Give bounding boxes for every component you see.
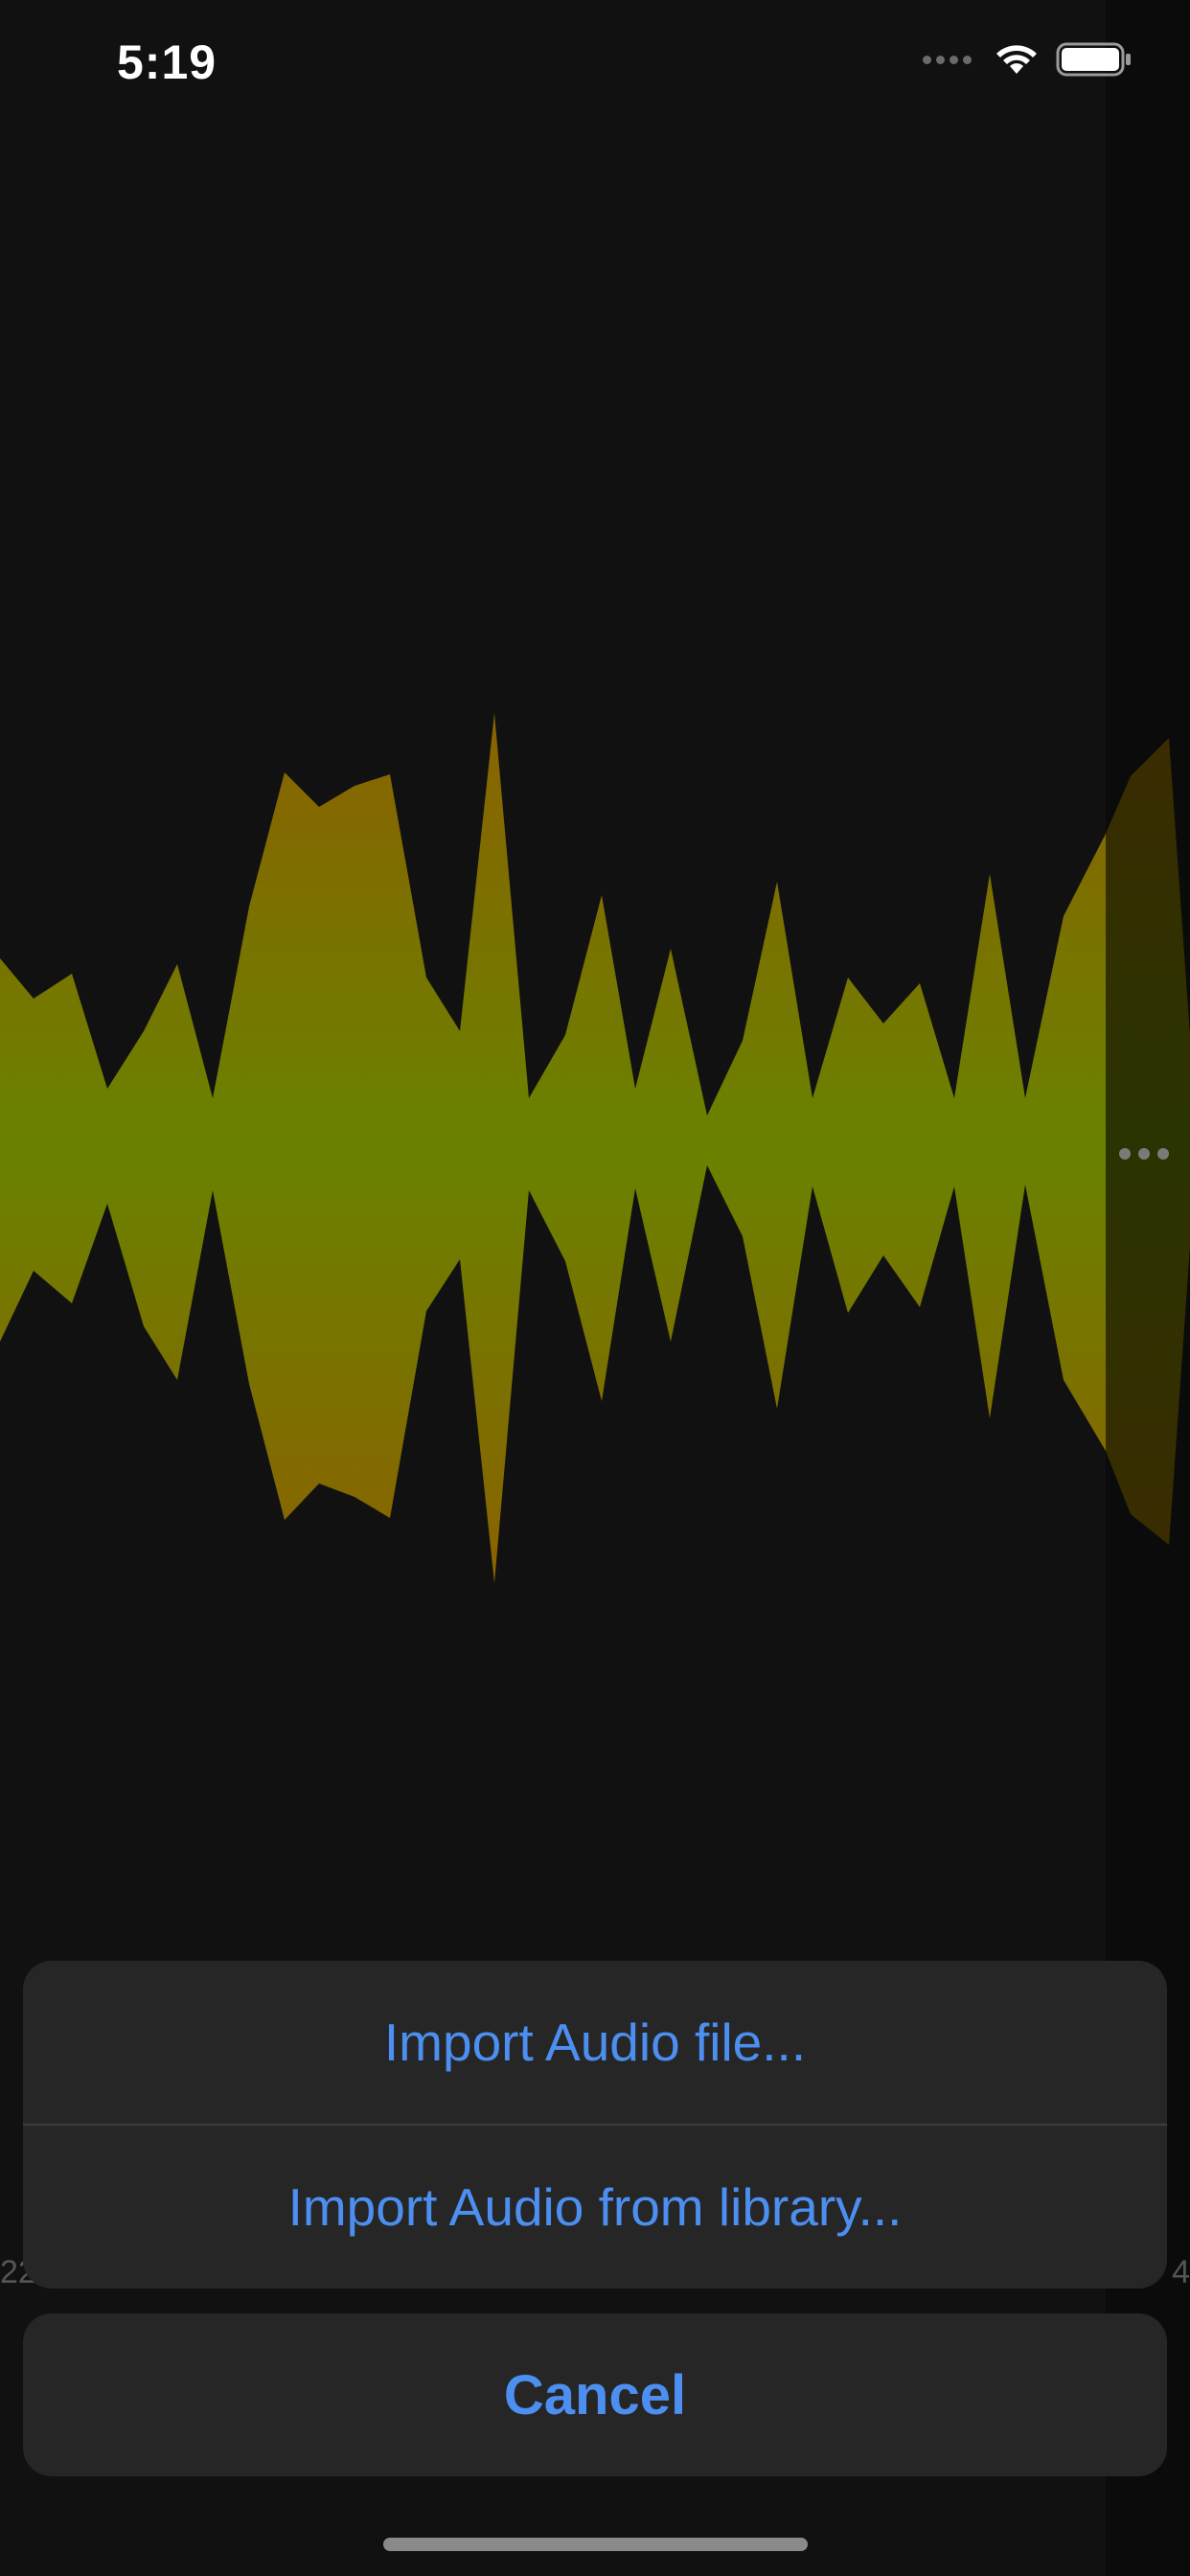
home-indicator[interactable] bbox=[383, 2538, 808, 2551]
battery-icon bbox=[1056, 42, 1131, 77]
import-audio-library-button[interactable]: Import Audio from library... bbox=[23, 2126, 1167, 2288]
import-audio-file-button[interactable]: Import Audio file... bbox=[23, 1961, 1167, 2124]
status-time: 5:19 bbox=[117, 35, 217, 89]
signal-icon bbox=[923, 55, 972, 64]
cancel-button[interactable]: Cancel bbox=[23, 2313, 1167, 2476]
wifi-icon bbox=[996, 45, 1037, 74]
action-sheet-options: Import Audio file... Import Audio from l… bbox=[23, 1961, 1167, 2288]
status-icons bbox=[923, 42, 1133, 77]
timeline-end-label: 4 bbox=[1172, 2254, 1190, 2290]
audio-waveform[interactable] bbox=[0, 690, 1190, 1591]
more-horizontal-icon[interactable] bbox=[1119, 1148, 1169, 1160]
